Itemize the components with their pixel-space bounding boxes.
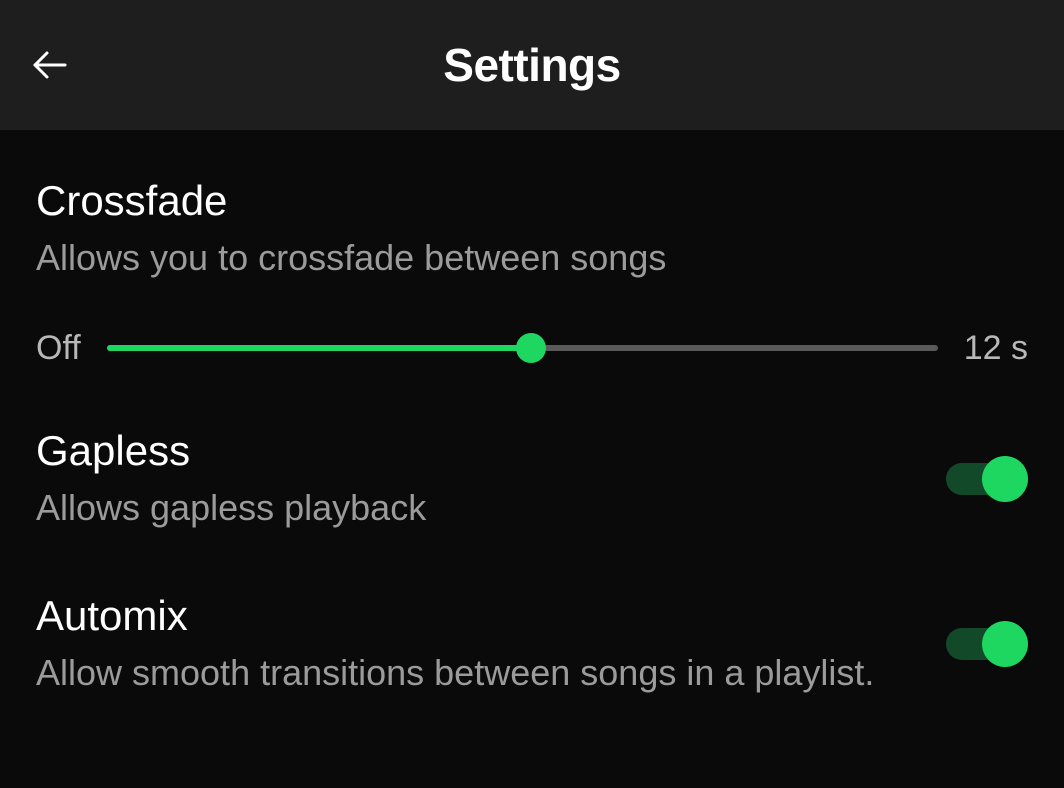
crossfade-slider-thumb[interactable]	[516, 333, 546, 363]
crossfade-slider-fill	[107, 345, 531, 351]
gapless-title: Gapless	[36, 426, 922, 476]
settings-content: Crossfade Allows you to crossfade betwee…	[0, 130, 1064, 698]
crossfade-slider[interactable]	[107, 345, 938, 351]
setting-crossfade: Crossfade Allows you to crossfade betwee…	[36, 176, 1028, 368]
toggle-knob	[982, 456, 1028, 502]
page-title: Settings	[0, 38, 1064, 92]
back-button[interactable]	[28, 43, 72, 87]
automix-description: Allow smooth transitions between songs i…	[36, 649, 922, 698]
toggle-knob	[982, 621, 1028, 667]
automix-toggle[interactable]	[946, 621, 1028, 667]
crossfade-title: Crossfade	[36, 176, 1028, 226]
setting-automix: Automix Allow smooth transitions between…	[36, 591, 1028, 698]
gapless-description: Allows gapless playback	[36, 484, 922, 533]
crossfade-slider-row: Off 12 s	[36, 329, 1028, 368]
header-bar: Settings	[0, 0, 1064, 130]
setting-gapless: Gapless Allows gapless playback	[36, 426, 1028, 533]
arrow-left-icon	[29, 44, 71, 86]
crossfade-slider-max-label: 12 s	[964, 329, 1028, 368]
automix-title: Automix	[36, 591, 922, 641]
crossfade-slider-min-label: Off	[36, 329, 81, 368]
crossfade-description: Allows you to crossfade between songs	[36, 234, 1028, 283]
gapless-toggle[interactable]	[946, 456, 1028, 502]
